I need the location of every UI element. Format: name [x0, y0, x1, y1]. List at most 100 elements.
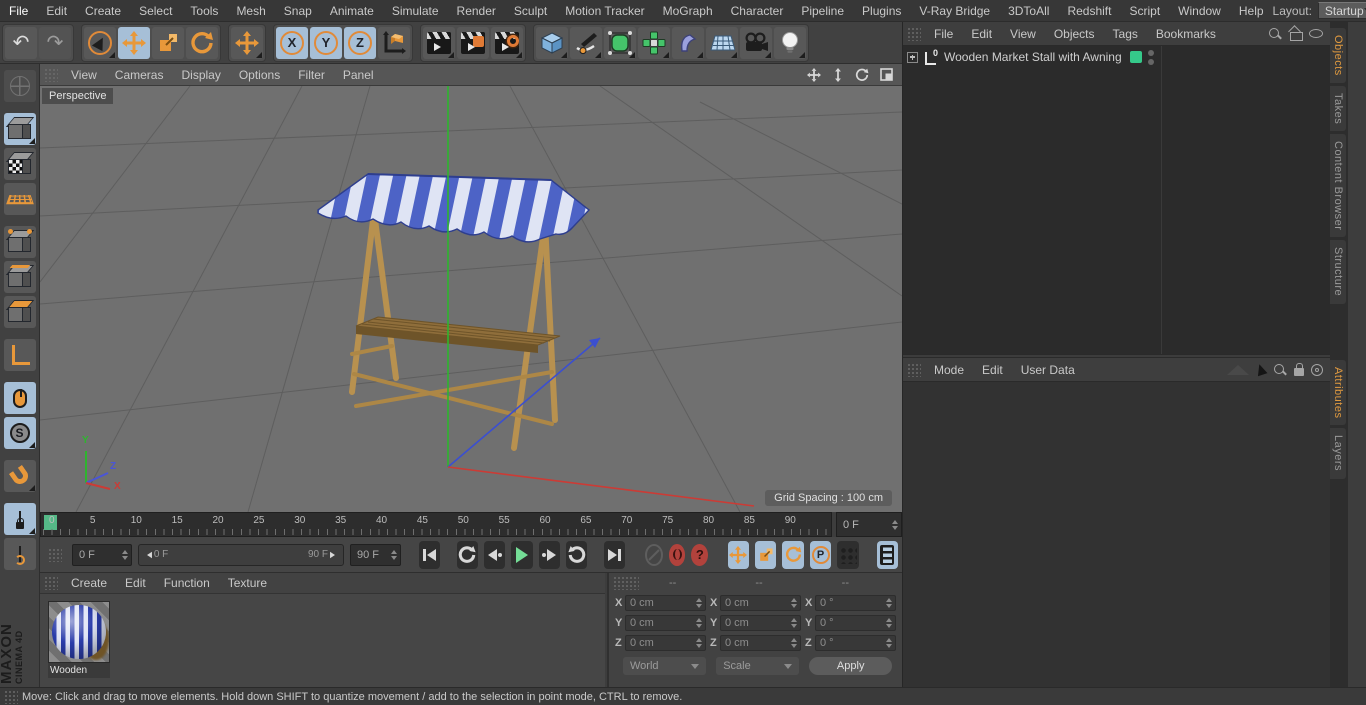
- viewport-menu-item[interactable]: Panel: [334, 64, 383, 86]
- previous-key-button[interactable]: [456, 540, 478, 569]
- spinner[interactable]: [791, 598, 800, 608]
- undo-button[interactable]: ↶: [5, 26, 37, 59]
- spinner[interactable]: [886, 638, 895, 648]
- viewport-zoom-icon[interactable]: [830, 67, 846, 83]
- coordinate-input[interactable]: 0 °: [815, 595, 896, 611]
- viewport-menu-item[interactable]: Options: [230, 64, 289, 86]
- preview-range-slider[interactable]: 0 F 90 F: [137, 543, 344, 566]
- menubar-item[interactable]: Character: [722, 0, 793, 22]
- menubar-item[interactable]: Animate: [321, 0, 383, 22]
- panel-grip[interactable]: [48, 547, 62, 562]
- menubar-item[interactable]: File: [0, 0, 37, 22]
- coordinate-input[interactable]: 0 cm: [720, 595, 801, 611]
- attribute-manager-body[interactable]: [903, 382, 1348, 687]
- end-frame-field[interactable]: 90 F: [349, 543, 401, 566]
- record-rotation-toggle[interactable]: [782, 540, 804, 569]
- menubar-item[interactable]: Render: [448, 0, 505, 22]
- spinner[interactable]: [696, 618, 705, 628]
- menubar-item[interactable]: Help: [1230, 0, 1273, 22]
- tab-content-browser[interactable]: Content Browser: [1330, 134, 1346, 238]
- filter-eye-icon[interactable]: [1309, 29, 1323, 38]
- render-view-button[interactable]: [423, 26, 455, 59]
- viewport-menu-item[interactable]: Cameras: [106, 64, 173, 86]
- soft-selection-button[interactable]: S: [3, 417, 36, 449]
- scale-tool-button[interactable]: [152, 26, 184, 59]
- coordinate-space-dropdown[interactable]: World: [623, 657, 707, 675]
- spinner[interactable]: [886, 598, 895, 608]
- spline-pen-button[interactable]: [570, 26, 602, 59]
- viewport-menu-item[interactable]: Display: [172, 64, 229, 86]
- object-manager-menu-item[interactable]: File: [925, 23, 962, 45]
- range-left-arrow-icon[interactable]: [146, 551, 152, 558]
- market-stall-model[interactable]: [317, 173, 591, 451]
- attribute-menu-item[interactable]: User Data: [1012, 359, 1084, 381]
- viewport-canvas[interactable]: Perspective Grid Spacing : 100 cm Y Z X: [40, 86, 902, 512]
- viewport-rotate-icon[interactable]: [854, 67, 870, 83]
- camera-button[interactable]: [740, 26, 772, 59]
- target-icon[interactable]: [1311, 363, 1323, 376]
- material-thumbnail[interactable]: Wooden: [48, 601, 112, 681]
- render-picture-viewer-button[interactable]: [457, 26, 489, 59]
- transform-mode-dropdown[interactable]: Scale: [716, 657, 800, 675]
- object-manager-menu-item[interactable]: Tags: [1104, 23, 1147, 45]
- timeline-mode-button[interactable]: [876, 540, 898, 569]
- panel-grip[interactable]: [4, 689, 18, 704]
- coordinate-input[interactable]: 0 cm: [720, 635, 801, 651]
- menubar-item[interactable]: Create: [76, 0, 130, 22]
- object-manager-menu-item[interactable]: View: [1001, 23, 1045, 45]
- menubar-item[interactable]: Simulate: [383, 0, 448, 22]
- record-position-toggle[interactable]: [727, 540, 750, 569]
- object-manager-menu-item[interactable]: Edit: [962, 23, 1001, 45]
- record-parameter-toggle[interactable]: P: [809, 540, 832, 569]
- viewport-menu-item[interactable]: Filter: [289, 64, 334, 86]
- object-manager-list[interactable]: 0 Wooden Market Stall with Awning: [903, 46, 1348, 354]
- range-right-arrow-icon[interactable]: [329, 551, 335, 558]
- record-scale-toggle[interactable]: [755, 540, 777, 569]
- menubar-item[interactable]: Mesh: [227, 0, 274, 22]
- spinner[interactable]: [886, 618, 895, 628]
- menubar-item[interactable]: Motion Tracker: [556, 0, 653, 22]
- material-menu-item[interactable]: Function: [155, 572, 219, 594]
- search-icon[interactable]: [1268, 27, 1282, 41]
- texture-mode-button[interactable]: [3, 148, 36, 180]
- menubar-item[interactable]: MoGraph: [654, 0, 722, 22]
- axis-mode-button[interactable]: [3, 339, 36, 371]
- floor-environment-button[interactable]: [706, 26, 738, 59]
- menubar-item[interactable]: Script: [1120, 0, 1169, 22]
- menubar-item[interactable]: V-Ray Bridge: [910, 0, 999, 22]
- tab-structure[interactable]: Structure: [1330, 240, 1346, 304]
- coordinate-input[interactable]: 0 °: [815, 635, 896, 651]
- object-manager-menu-item[interactable]: Bookmarks: [1147, 23, 1225, 45]
- keyframe-help-button[interactable]: ?: [691, 543, 709, 566]
- menubar-item[interactable]: Edit: [37, 0, 76, 22]
- panel-grip[interactable]: [44, 67, 58, 82]
- menubar-item[interactable]: Select: [130, 0, 181, 22]
- goto-end-button[interactable]: [603, 540, 626, 569]
- goto-start-button[interactable]: [418, 540, 441, 569]
- viewport-menu-item[interactable]: View: [62, 64, 106, 86]
- x-axis-lock-button[interactable]: X: [276, 26, 308, 59]
- last-used-tool-button[interactable]: [231, 26, 263, 59]
- panel-grip[interactable]: [907, 26, 921, 41]
- record-pla-toggle[interactable]: [837, 540, 859, 569]
- panel-grip[interactable]: [44, 576, 58, 590]
- current-frame-field[interactable]: 0 F: [72, 543, 132, 566]
- model-mode-button[interactable]: [3, 113, 36, 145]
- workplane-lock-button[interactable]: [3, 503, 36, 535]
- polygons-mode-button[interactable]: [3, 296, 36, 328]
- attribute-menu-item[interactable]: Mode: [925, 359, 973, 381]
- camera-view-label[interactable]: Perspective: [42, 88, 114, 104]
- subdivision-surface-button[interactable]: [604, 26, 636, 59]
- mograph-cloner-button[interactable]: [638, 26, 670, 59]
- spinner[interactable]: [121, 549, 131, 560]
- object-row[interactable]: 0 Wooden Market Stall with Awning: [903, 46, 1348, 68]
- menubar-item[interactable]: Tools: [181, 0, 227, 22]
- search-icon[interactable]: [1273, 363, 1287, 377]
- menubar-item[interactable]: Redshift: [1058, 0, 1120, 22]
- light-button[interactable]: [774, 26, 806, 59]
- coordinate-input[interactable]: 0 cm: [625, 595, 706, 611]
- object-manager-menu-item[interactable]: Objects: [1045, 23, 1104, 45]
- panel-grip[interactable]: [613, 576, 639, 590]
- primitive-cube-button[interactable]: [536, 26, 568, 59]
- coordinate-input[interactable]: 0 cm: [625, 615, 706, 631]
